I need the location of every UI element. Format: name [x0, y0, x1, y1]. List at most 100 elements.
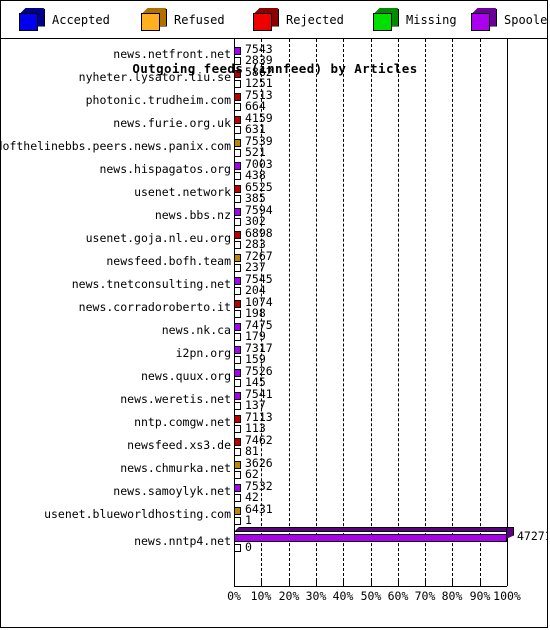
- category-label: news.nntp4.net: [134, 534, 231, 548]
- category-label: usenet.network: [134, 185, 231, 199]
- legend-label: Rejected: [286, 12, 344, 27]
- bar-bottom: [234, 77, 241, 88]
- bar-top: [234, 527, 514, 542]
- bar-bottom: [234, 100, 241, 111]
- category-label: news.netfront.net: [113, 47, 231, 61]
- bar-bottom: [234, 468, 241, 479]
- category-label: newsfeed.xs3.de: [127, 438, 231, 452]
- bar-top: [234, 113, 241, 124]
- bar-bottom: [234, 284, 241, 295]
- bar-top: [234, 389, 241, 400]
- bar-bottom: [234, 307, 241, 318]
- cube-icon: [253, 7, 279, 32]
- plot-area: news.netfront.net 7543 2839 nyheter.lysator…: [1, 39, 547, 627]
- chart-frame: Accepted Refused Rejected Missing Spooled ne…: [0, 0, 548, 628]
- category-label: news.furie.org.uk: [113, 116, 231, 130]
- bar-rows: news.netfront.net 7543 2839 nyheter.lysator…: [1, 42, 547, 560]
- category-label: nntp.comgw.net: [134, 415, 231, 429]
- chart-row: news.chmurka.net 3626 62: [1, 456, 547, 481]
- x-tick-label: 50%: [360, 589, 382, 603]
- bar-bottom: [234, 541, 241, 552]
- chart-row: news.corradoroberto.it 1074 198: [1, 295, 547, 320]
- bar-bottom: [234, 445, 241, 456]
- category-label: news.weretis.net: [120, 392, 231, 406]
- bar-bottom: [234, 238, 241, 249]
- x-tick-label: 70%: [414, 589, 436, 603]
- bar-bottom: [234, 192, 241, 203]
- x-tick: [261, 580, 262, 586]
- chart-row: i2pn.org 7317 159: [1, 341, 547, 366]
- legend-label: Missing: [406, 12, 457, 27]
- bar-top: [234, 182, 241, 193]
- chart-row: usenet.blueworldhosting.com 6431 1: [1, 502, 547, 527]
- category-label: newsfeed.bofh.team: [106, 254, 231, 268]
- bar-top: [234, 343, 241, 354]
- chart-row: newsfeed.bofh.team 7267 237: [1, 249, 547, 274]
- x-tick: [371, 580, 372, 586]
- bar-bottom: [234, 123, 241, 134]
- chart-row: usenet.goja.nl.eu.org 6898 283: [1, 226, 547, 251]
- category-label: usenet.blueworldhosting.com: [44, 507, 231, 521]
- value-label: 4727113: [517, 529, 547, 543]
- bar-top: [234, 481, 241, 492]
- cube-icon: [471, 7, 497, 32]
- category-label: news.nk.ca: [161, 323, 231, 337]
- bar-top: [234, 205, 241, 216]
- chart-row: news.quux.org 7526 145: [1, 364, 547, 389]
- cube-icon: [373, 7, 399, 32]
- bar-top: [234, 320, 241, 331]
- x-tick-label: 40%: [332, 589, 354, 603]
- bar-top: [234, 412, 241, 423]
- category-label: news.quux.org: [140, 369, 231, 383]
- chart-row: nntp.comgw.net 7113 113: [1, 410, 547, 435]
- cube-icon: [19, 7, 45, 32]
- bar-top: [234, 297, 241, 308]
- legend-item-accepted: Accepted: [19, 1, 110, 39]
- value-label: 1: [245, 513, 252, 527]
- category-label: usenet.goja.nl.eu.org: [85, 231, 231, 245]
- bar-top: [234, 435, 241, 446]
- x-tick: [425, 580, 426, 586]
- category-label: news.tnetconsulting.net: [71, 277, 231, 291]
- x-tick-label: 20%: [278, 589, 300, 603]
- bar-bottom: [234, 514, 241, 525]
- x-axis: 0% 10% 20% 30% 40% 50% 60% 70% 80% 90% 100%: [1, 580, 547, 627]
- x-tick: [343, 580, 344, 586]
- bar-top: [234, 458, 241, 469]
- chart-row: news.nk.ca 7475 179: [1, 318, 547, 343]
- bar-top: [234, 228, 241, 239]
- category-label: news.hispagatos.org: [99, 162, 231, 176]
- chart-row: usenet.network 6525 385: [1, 180, 547, 205]
- bar-bottom: [234, 261, 241, 272]
- x-tick-label: 100%: [493, 589, 521, 603]
- x-tick: [452, 580, 453, 586]
- chart-row: news.nntp4.net 4727113 0: [1, 527, 547, 560]
- x-tick-label: 30%: [305, 589, 327, 603]
- axis-line: [234, 586, 507, 587]
- bar-bottom: [234, 353, 241, 364]
- bar-bottom: [234, 376, 241, 387]
- chart-row: news.weretis.net 7541 137: [1, 387, 547, 412]
- x-tick-label: 0%: [227, 589, 241, 603]
- category-label: news.samoylyk.net: [113, 484, 231, 498]
- chart-row: endofthelinebbs.peers.news.panix.com 7539…: [1, 134, 547, 159]
- x-tick: [398, 580, 399, 586]
- bar-bottom: [234, 146, 241, 157]
- legend-item-missing: Missing: [373, 1, 457, 39]
- bar-bottom: [234, 422, 241, 433]
- bar-top: [234, 366, 241, 377]
- x-tick-label: 10%: [250, 589, 272, 603]
- bar-top: [234, 504, 241, 515]
- chart-row: news.hispagatos.org 7003 438: [1, 157, 547, 182]
- x-tick: [480, 580, 481, 586]
- bar-bottom: [234, 491, 241, 502]
- chart-row: news.samoylyk.net 7532 42: [1, 479, 547, 504]
- bar-bottom: [234, 330, 241, 341]
- x-tick: [507, 580, 508, 586]
- category-label: news.corradoroberto.it: [78, 300, 231, 314]
- x-tick: [316, 580, 317, 586]
- bar-top: [234, 159, 241, 170]
- chart-legend: Accepted Refused Rejected Missing Spooled: [1, 1, 547, 39]
- bar-top: [234, 251, 241, 262]
- x-tick: [234, 580, 235, 586]
